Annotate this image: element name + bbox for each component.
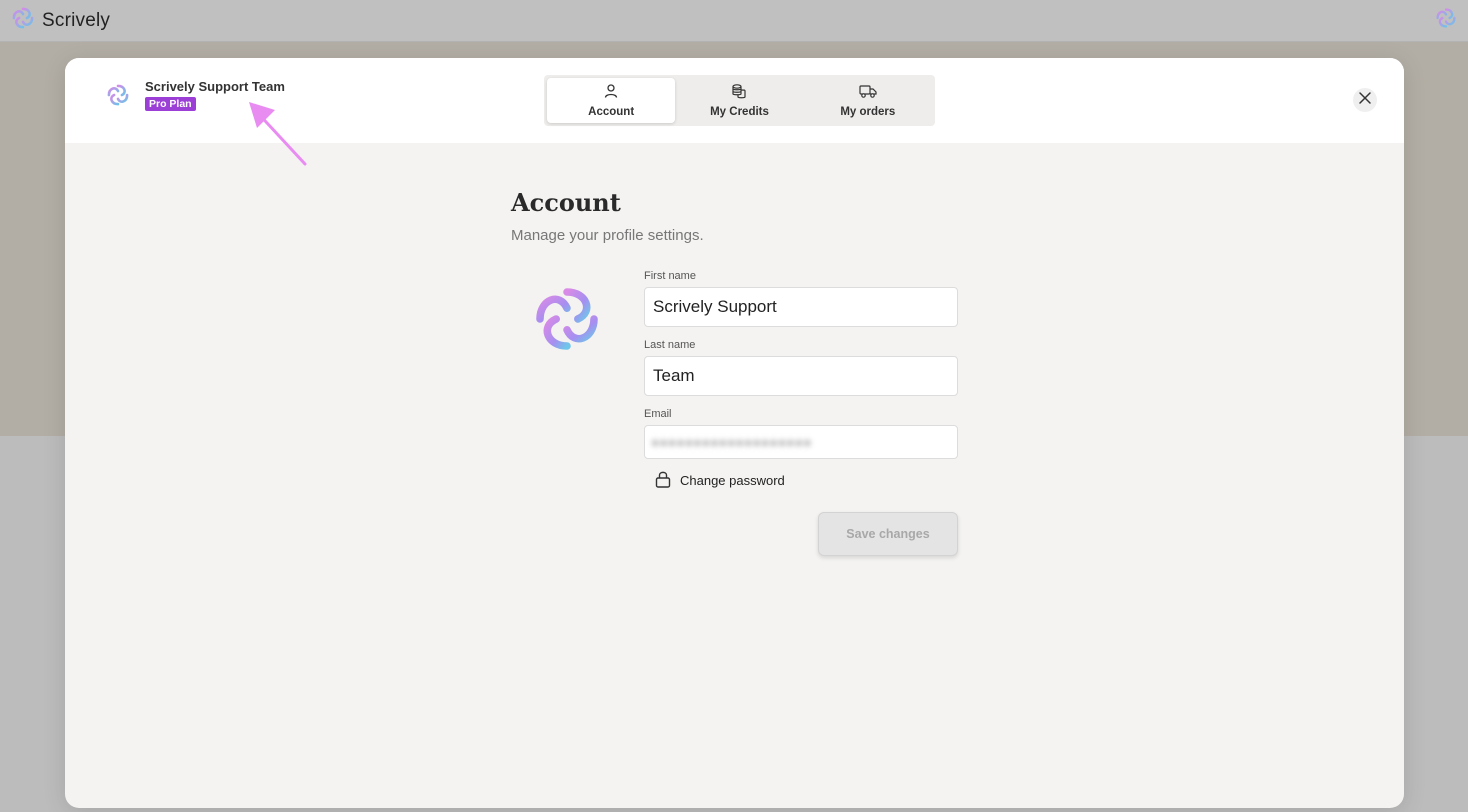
email-label: Email [644,408,672,420]
scrively-swirl-icon[interactable] [1434,6,1458,35]
tab-my-credits-label: My Credits [710,106,769,118]
tab-account-label: Account [588,106,635,118]
page-title: Account [511,188,621,217]
email-input[interactable]: ●●●●●●●●●●●●●●●●●●● [644,425,958,459]
annotation-arrow-icon [245,98,315,173]
top-navbar: Scrively [0,0,1468,42]
last-name-input[interactable]: Team [644,356,958,396]
user-avatar-icon [105,82,131,113]
truck-icon [859,83,877,102]
email-redacted-value: ●●●●●●●●●●●●●●●●●●● [651,434,812,450]
brand-name: Scrively [42,9,111,31]
first-name-label: First name [644,270,696,282]
change-password-link[interactable]: Change password [655,470,958,491]
user-name: Scrively Support Team [145,78,285,94]
page-subtitle: Manage your profile settings. [511,227,704,244]
profile-form: First name Scrively Support Last name Te… [644,270,958,491]
account-modal: Scrively Support Team Pro Plan Account M… [65,58,1404,808]
close-icon [1358,91,1372,110]
tab-my-orders-label: My orders [840,106,896,118]
plan-badge: Pro Plan [145,96,196,111]
scrively-swirl-icon [10,5,36,36]
tab-account[interactable]: Account [547,78,676,123]
modal-tabs: Account My Credits My orders [544,75,935,126]
change-password-label: Change password [680,473,785,488]
tab-my-orders[interactable]: My orders [804,78,932,123]
close-button[interactable] [1353,88,1377,112]
coins-icon [731,83,747,102]
account-section: Account Manage your profile settings. [511,188,971,244]
person-icon [603,83,619,102]
last-name-label: Last name [644,339,696,351]
lock-icon [655,470,671,491]
brand[interactable]: Scrively [10,5,110,36]
save-changes-button[interactable]: Save changes [818,512,958,556]
first-name-input[interactable]: Scrively Support [644,287,958,327]
tab-my-credits[interactable]: My Credits [675,78,803,123]
modal-header: Scrively Support Team Pro Plan Account M… [65,58,1404,166]
profile-avatar-icon[interactable] [531,283,603,360]
